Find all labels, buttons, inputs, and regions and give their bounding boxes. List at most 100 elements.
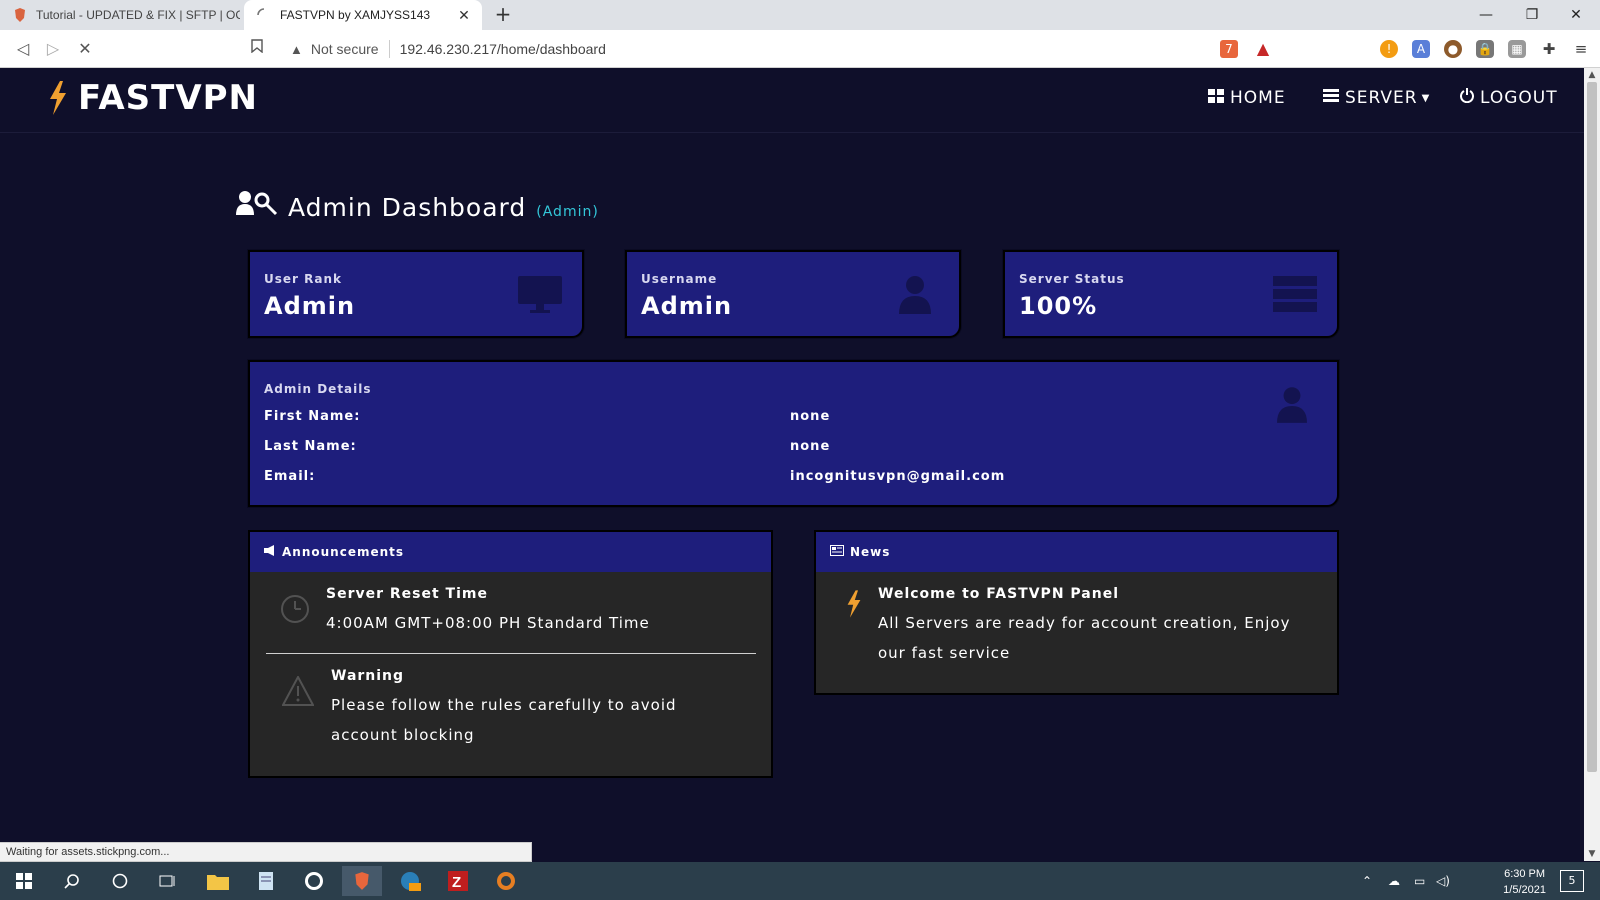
announcements-heading: Announcements [282,545,405,559]
extensions-puzzle-icon[interactable]: ✚ [1540,40,1558,58]
news-title: Welcome to FASTVPN Panel [878,586,1119,602]
page-title: Admin Dashboard (Admin) [236,190,599,222]
news-heading: News [850,545,891,559]
tray-chevron-icon[interactable]: ⌃ [1362,874,1372,888]
bookmark-icon[interactable] [246,38,268,60]
shield-count: 7 [1225,42,1233,56]
app-icon-network[interactable] [486,866,526,896]
forward-button[interactable]: ▷ [42,38,64,60]
stop-loading-button[interactable]: ✕ [74,38,96,60]
announcements-header: Announcements [250,532,771,572]
new-tab-button[interactable]: + [492,4,514,26]
brave-shields-icon[interactable]: 7 [1220,40,1238,58]
announcements-panel: Announcements Server Reset Time 4:00AM G… [248,530,773,778]
task-view-icon[interactable] [148,866,188,896]
stat-label: User Rank [264,272,342,286]
stat-label: Server Status [1019,272,1125,286]
power-icon [1460,88,1474,108]
tab-title: FASTVPN by XAMJYSS143 [280,8,431,22]
nav-logout-label: LOGOUT [1480,88,1558,108]
clock-icon [280,594,310,628]
first-name-label: First Name: [264,409,361,424]
stat-value: Admin [641,292,733,320]
minimize-button[interactable]: — [1472,4,1500,26]
server-list-icon [1323,88,1339,108]
email-label: Email: [264,469,316,484]
nav-logout[interactable]: LOGOUT [1460,88,1558,108]
volume-icon[interactable]: ◁) [1436,874,1450,888]
warning-triangle-icon: ▲ [290,41,303,57]
caret-down-icon: ▼ [1421,92,1431,104]
brand-logo[interactable]: FASTVPN [48,78,258,118]
dashboard-grid-icon [1208,88,1224,108]
url-text: 192.46.230.217/home/dashboard [399,41,606,57]
address-bar[interactable]: ▲ Not secure 192.46.230.217/home/dashboa… [280,35,1280,63]
stat-card-user-rank: User Rank Admin [248,250,584,338]
page-scrollbar[interactable]: ▲ ▼ [1584,68,1600,861]
site-header: FASTVPN HOME SERVER ▼ LOGOUT [0,68,1584,133]
close-window-button[interactable]: ✕ [1562,4,1590,26]
tab-title: Tutorial - UPDATED & FIX | SFTP | OCS [36,8,240,22]
back-button[interactable]: ◁ [12,38,34,60]
security-label: Not secure [310,41,379,57]
dashboard-title: Admin Dashboard [288,193,527,222]
loading-spinner-icon [256,7,272,23]
user-icon [1277,386,1307,428]
first-name-value: none [790,409,831,424]
tab-fastvpn[interactable]: FASTVPN by XAMJYSS143 ✕ [244,0,482,30]
news-panel: News Welcome to FASTVPN Panel All Server… [814,530,1339,695]
browser-tab-bar: Tutorial - UPDATED & FIX | SFTP | OCS FA… [0,0,1600,30]
brave-browser-icon[interactable] [342,866,382,896]
user-key-icon [236,190,278,220]
notepad-icon[interactable] [246,866,286,896]
windows-start-icon[interactable] [4,866,44,896]
clock-time: 6:30 PM [1504,868,1546,880]
announcement-title: Server Reset Time [326,586,488,602]
search-icon[interactable] [52,866,92,896]
notification-center-icon[interactable]: 5 [1560,870,1584,892]
onedrive-icon[interactable]: ☁ [1388,874,1400,888]
bolt-icon [50,81,66,115]
admin-details-heading: Admin Details [264,382,372,396]
restore-button[interactable]: ❐ [1518,4,1546,26]
stat-value: Admin [264,292,356,320]
notification-count: 5 [1568,874,1576,887]
translate-extension-icon[interactable]: A [1412,40,1430,58]
nav-home[interactable]: HOME [1208,88,1286,108]
status-bubble: Waiting for assets.stickpng.com... [0,842,532,862]
nav-server-label: SERVER [1345,88,1418,108]
brave-rewards-icon[interactable]: ▲ [1254,40,1272,58]
announcement-title: Warning [331,668,405,684]
news-body: All Servers are ready for account creati… [878,614,1291,662]
stat-card-username: Username Admin [625,250,961,338]
brave-favicon-icon [12,7,28,23]
announcement-body: Please follow the rules carefully to avo… [331,696,677,744]
stat-card-server-status: Server Status 100% [1003,250,1339,338]
user-icon [899,276,931,318]
divider [266,653,756,654]
filezilla-icon[interactable]: Z [438,866,478,896]
email-value: incognitusvpn@gmail.com [790,469,1006,484]
cookie-extension-icon[interactable]: ● [1444,40,1462,58]
nav-server-dropdown[interactable]: SERVER ▼ [1323,88,1430,108]
extension-icon-1[interactable]: ! [1380,40,1398,58]
scroll-up-icon[interactable]: ▲ [1584,70,1600,80]
close-tab-icon[interactable]: ✕ [454,7,474,24]
file-explorer-icon[interactable] [198,866,238,896]
system-clock[interactable]: 6:30 PM 1/5/2021 [1503,866,1546,898]
app-icon-globe[interactable] [390,866,430,896]
browser-toolbar: ◁ ▷ ✕ ▲ Not secure 192.46.230.217/home/d… [0,30,1600,68]
extension-icon-5[interactable]: ▦ [1508,40,1526,58]
warning-icon [281,674,315,710]
taskbar: Z ⌃ ☁ ▭ ◁) 6:30 PM 1/5/2021 5 [0,862,1600,900]
browser-menu-icon[interactable]: ≡ [1572,40,1590,58]
lock-extension-icon[interactable]: 🔒 [1476,40,1494,58]
scrollbar-thumb[interactable] [1587,82,1597,772]
tab-tutorial[interactable]: Tutorial - UPDATED & FIX | SFTP | OCS [0,0,240,30]
brand-name: FASTVPN [78,78,259,118]
scroll-down-icon[interactable]: ▼ [1584,849,1600,859]
server-icon [1273,276,1317,316]
app-icon-s[interactable] [294,866,334,896]
cortana-icon[interactable] [100,866,140,896]
network-icon[interactable]: ▭ [1414,874,1425,888]
